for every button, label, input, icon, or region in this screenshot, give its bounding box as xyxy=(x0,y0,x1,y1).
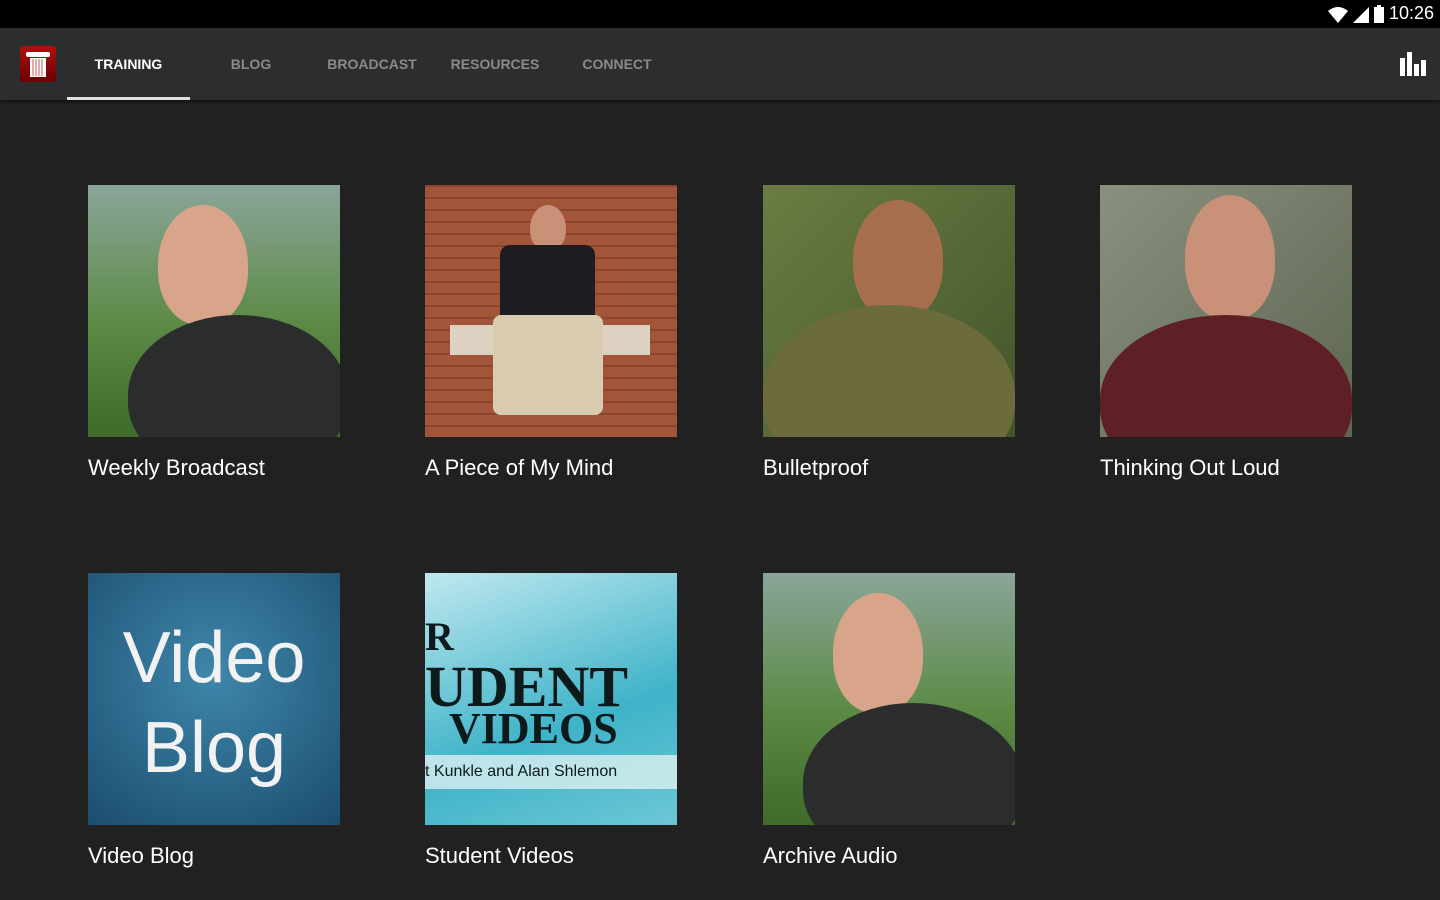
tile-bulletproof[interactable]: Bulletproof xyxy=(763,185,1015,481)
app-logo[interactable] xyxy=(20,46,56,82)
tile-weekly-broadcast[interactable]: Weekly Broadcast xyxy=(88,185,340,481)
tab-resources[interactable]: RESOURCES xyxy=(445,28,545,100)
signal-icon xyxy=(1353,7,1369,23)
tab-training[interactable]: TRAINING xyxy=(67,28,190,100)
tile-label: Student Videos xyxy=(425,843,574,868)
tile-video-blog[interactable]: Video Blog Video Blog xyxy=(88,573,340,869)
thumbnail-image: Video Blog xyxy=(88,573,340,825)
bar-chart-icon[interactable] xyxy=(1398,50,1426,78)
battery-icon xyxy=(1374,5,1384,23)
tile-label: A Piece of My Mind xyxy=(425,455,614,480)
wifi-icon xyxy=(1328,7,1348,23)
tile-a-piece-of-my-mind[interactable]: A Piece of My Mind xyxy=(425,185,677,481)
thumbnail-image xyxy=(1100,185,1352,437)
tab-connect[interactable]: CONNECT xyxy=(567,28,667,100)
app-bar: TRAINING BLOG BROADCAST RESOURCES CONNEC… xyxy=(0,28,1440,100)
clock: 10:26 xyxy=(1388,3,1434,23)
tile-label: Archive Audio xyxy=(763,843,898,868)
thumb-text: Blog xyxy=(141,708,287,788)
tile-student-videos[interactable]: R UDENT VIDEOS t Kunkle and Alan Shlemon… xyxy=(425,573,677,869)
tile-label: Weekly Broadcast xyxy=(88,455,265,480)
status-bar: 10:26 xyxy=(0,0,1440,28)
tile-label: Video Blog xyxy=(88,843,195,868)
tab-broadcast[interactable]: BROADCAST xyxy=(322,28,422,100)
thumb-text: Video xyxy=(122,618,306,698)
thumbnail-image: R UDENT VIDEOS t Kunkle and Alan Shlemon xyxy=(425,573,677,825)
tile-thinking-out-loud[interactable]: Thinking Out Loud xyxy=(1100,185,1352,481)
thumbnail-image xyxy=(88,185,340,437)
tile-label: Bulletproof xyxy=(763,455,869,480)
thumbnail-image xyxy=(763,185,1015,437)
thumb-text: VIDEOS xyxy=(449,704,618,753)
thumbnail-image xyxy=(763,573,1015,825)
thumbnail-image xyxy=(425,185,677,437)
thumb-text: t Kunkle and Alan Shlemon xyxy=(425,755,677,789)
column-icon xyxy=(26,52,50,77)
tab-blog[interactable]: BLOG xyxy=(200,28,302,100)
tile-label: Thinking Out Loud xyxy=(1100,455,1280,480)
tile-archive-audio[interactable]: Archive Audio xyxy=(763,573,1015,869)
